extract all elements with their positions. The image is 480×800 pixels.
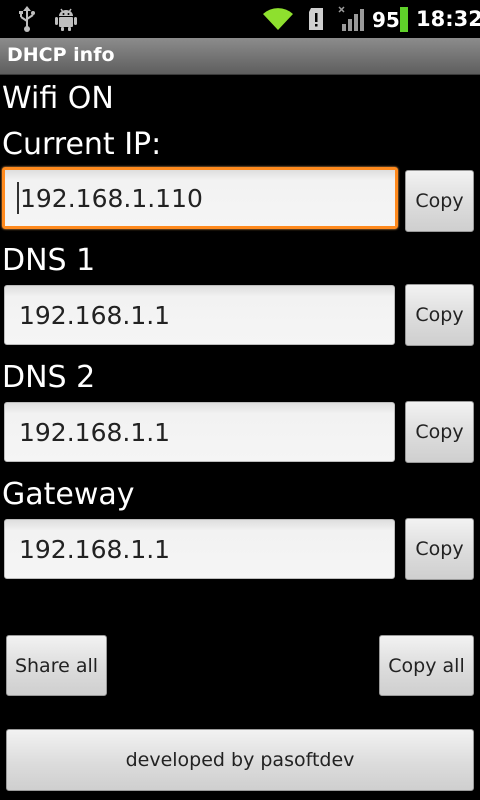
text-cursor — [17, 182, 19, 214]
copy-dns1-button[interactable]: Copy — [405, 284, 474, 346]
current-ip-label: Current IP: — [2, 127, 162, 162]
status-bar: 95 18:32 — [0, 0, 480, 38]
usb-icon — [19, 6, 35, 32]
clock: 18:32 — [416, 7, 480, 31]
dns1-field[interactable]: 192.168.1.1 — [4, 285, 395, 345]
developer-button[interactable]: developed by pasoftdev — [6, 729, 474, 791]
app-screen: 95 18:32 DHCP info Wifi ON Current IP: 1… — [0, 0, 480, 800]
copy-dns2-button[interactable]: Copy — [405, 401, 474, 463]
title-bar: DHCP info — [0, 38, 480, 75]
gateway-label: Gateway — [2, 477, 135, 512]
copy-all-button[interactable]: Copy all — [379, 635, 474, 696]
wifi-status-label: Wifi ON — [2, 81, 114, 116]
dns2-field[interactable]: 192.168.1.1 — [4, 402, 395, 462]
current-ip-value: 192.168.1.110 — [20, 183, 203, 213]
gateway-field[interactable]: 192.168.1.1 — [4, 519, 395, 579]
battery-icon — [400, 7, 408, 32]
dns1-value: 192.168.1.1 — [19, 300, 171, 330]
android-debug-icon — [55, 8, 77, 31]
wifi-icon — [263, 8, 293, 31]
copy-current-ip-button[interactable]: Copy — [405, 170, 474, 232]
battery-level: 95 — [372, 8, 400, 32]
share-all-button[interactable]: Share all — [6, 635, 107, 696]
signal-icon — [338, 6, 364, 31]
copy-gateway-button[interactable]: Copy — [405, 518, 474, 580]
dns2-label: DNS 2 — [2, 360, 96, 395]
current-ip-field[interactable]: 192.168.1.110 — [2, 167, 398, 229]
dns2-value: 192.168.1.1 — [19, 417, 171, 447]
sd-card-alert-icon — [309, 8, 323, 30]
dns1-label: DNS 1 — [2, 243, 96, 278]
gateway-value: 192.168.1.1 — [19, 534, 171, 564]
app-title: DHCP info — [7, 44, 115, 66]
